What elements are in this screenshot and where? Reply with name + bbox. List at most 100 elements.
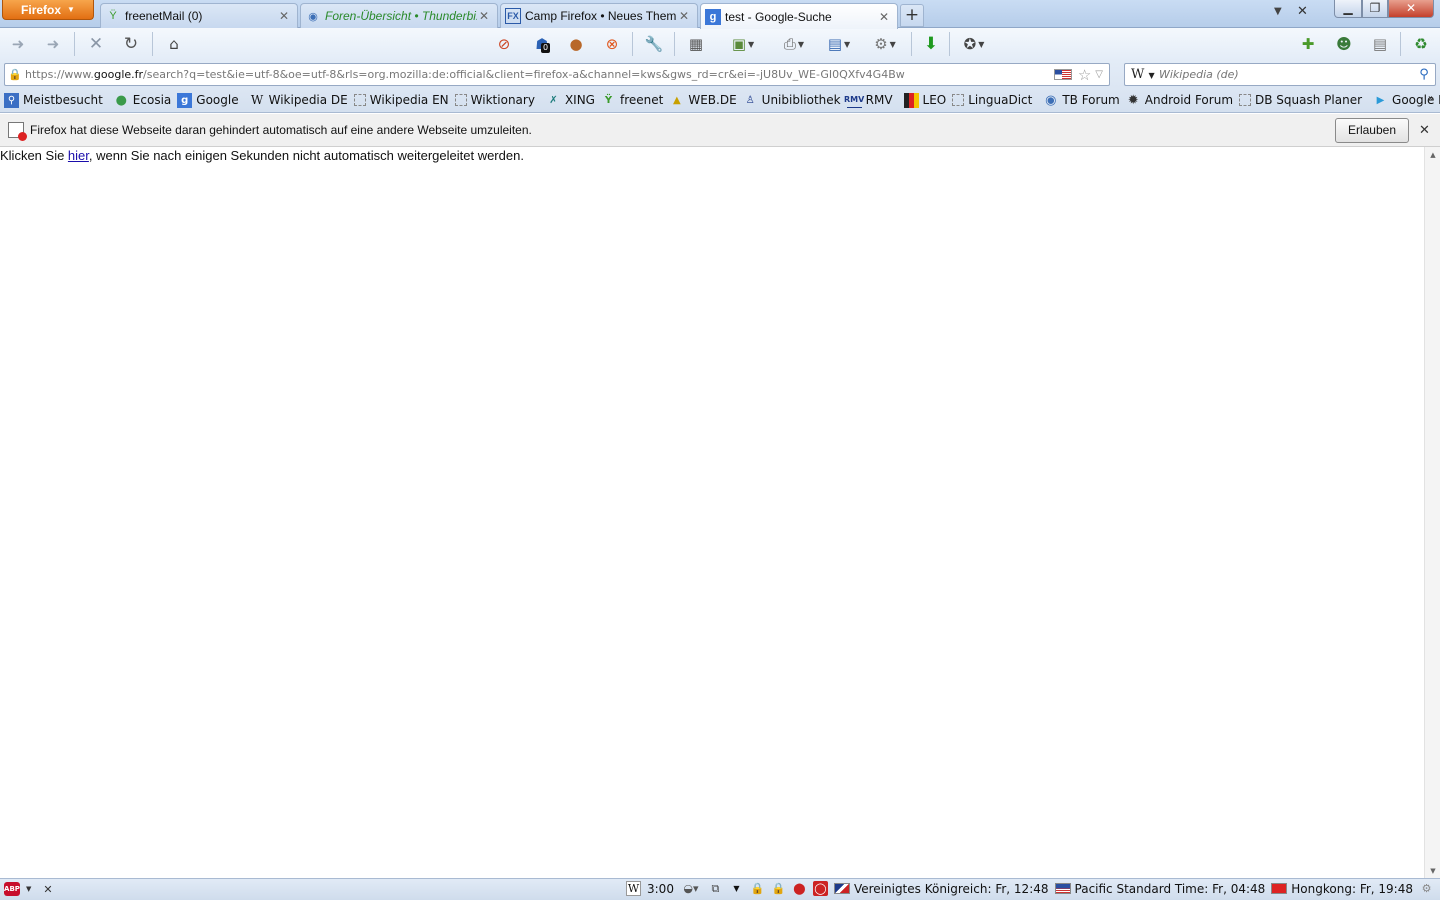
window-restore-button[interactable]: ❐ (1362, 0, 1388, 18)
settings-gear-icon[interactable]: ⚙ (1419, 881, 1434, 896)
bookmarks-menu-button[interactable]: ✪ ▼ (958, 34, 990, 54)
bookmark-leo[interactable]: LEO (903, 92, 946, 108)
search-icon[interactable]: ⚲ (1413, 67, 1435, 82)
bookmark-freenet[interactable]: Ÿfreenet (601, 93, 663, 108)
google-icon: g (705, 8, 721, 25)
forward-button[interactable]: ➜ (42, 34, 64, 54)
sync-button[interactable]: ☻ (1333, 34, 1355, 54)
bookmark-star-icon[interactable]: ☆ (1078, 66, 1091, 84)
lock-red-icon[interactable]: 🔒 (750, 881, 765, 896)
arrow-left-icon: ➜ (11, 35, 25, 53)
vertical-scrollbar[interactable]: ▲ ▼ (1424, 147, 1440, 878)
bookmark-ecosia[interactable]: ● Ecosia (114, 93, 172, 108)
history-dropdown-icon[interactable]: ▽ (1095, 69, 1103, 80)
back-button[interactable]: ➜ (7, 34, 29, 54)
blank-page-icon (353, 94, 366, 106)
window-close-button[interactable]: ✕ (1388, 0, 1434, 18)
preview-icon: ⎙ (783, 35, 796, 53)
address-text[interactable]: https://www.google.fr/search?q=test&ie=u… (25, 68, 1054, 81)
reload-button[interactable]: ↻ (120, 34, 142, 54)
search-bar: W ▼ ⚲ (1124, 63, 1436, 86)
stop-button[interactable]: ✕ (85, 34, 107, 54)
tortoise-icon[interactable]: ◒▾ (680, 881, 702, 896)
downloads-button[interactable]: ⬇ (920, 34, 942, 54)
bookmark-wikipedia-en[interactable]: Wikipedia EN (353, 93, 449, 107)
wikipedia-icon: W (1131, 67, 1145, 82)
bookmark-db-squash[interactable]: DB Squash Planer (1239, 93, 1362, 107)
bookmark-unibibliothek[interactable]: ♙ Unibibliothek (743, 93, 841, 108)
bookmark-label: Google (196, 93, 239, 107)
bookmark-android-forum[interactable]: ✹ Android Forum (1126, 93, 1233, 108)
tools-button[interactable]: 🔧 (643, 34, 665, 54)
recycle-button[interactable]: ♻ (1410, 34, 1432, 54)
search-input[interactable] (1159, 68, 1413, 81)
close-icon[interactable]: ✕ (43, 883, 52, 896)
us-flag-icon (1054, 883, 1071, 894)
cookie-button[interactable]: ● (565, 34, 587, 54)
tab-list-icon[interactable]: ▼ (1274, 6, 1282, 17)
close-tab-icon[interactable]: ✕ (477, 9, 491, 23)
settings-button[interactable]: ⚙ ▼ (869, 34, 901, 54)
adblock-icon[interactable]: ABP (4, 882, 20, 896)
redirect-link[interactable]: hier (68, 148, 89, 163)
close-tab-icon[interactable]: ✕ (277, 9, 291, 23)
chevron-down-icon[interactable]: ▼ (729, 881, 744, 896)
xing-icon: ✗ (549, 94, 558, 106)
no-script-button[interactable]: ⊘ (493, 34, 515, 54)
close-icon[interactable]: ✕ (1419, 123, 1430, 138)
addons-button[interactable]: ✚ (1297, 34, 1319, 54)
tab-freenetmail[interactable]: Ÿ freenetMail (0) ✕ (100, 3, 298, 28)
blank-page-icon (454, 94, 467, 106)
print-button[interactable]: ▣ ▼ (721, 34, 765, 54)
us-flag-icon[interactable] (1053, 69, 1072, 80)
bookmark-google[interactable]: g Google (177, 92, 239, 108)
close-tab-icon[interactable]: ✕ (677, 9, 691, 23)
extension-counter-button[interactable]: ☗ 0 (531, 34, 553, 54)
block-button[interactable]: ⊗ (601, 34, 623, 54)
lock-green-icon[interactable]: 🔒 (771, 881, 786, 896)
save-button[interactable]: ▤ ▼ (824, 34, 854, 54)
tab-google-search[interactable]: g test - Google-Suche ✕ (700, 3, 898, 29)
chevron-down-icon: ▼ (1148, 71, 1155, 80)
tab-groups-button[interactable]: ▦ (685, 34, 707, 54)
bookmark-wiktionary[interactable]: Wiktionary (454, 93, 535, 107)
minimize-icon: ▁ (1343, 1, 1353, 15)
page-info-button[interactable]: ▤ (1369, 34, 1391, 54)
close-tab-icon[interactable]: ✕ (877, 10, 891, 24)
bookmark-label: Android Forum (1144, 93, 1234, 107)
window-minimize-button[interactable]: ▁ (1334, 0, 1362, 18)
bookmark-wikipedia-de[interactable]: W Wikipedia DE (250, 93, 348, 108)
home-button[interactable]: ⌂ (163, 34, 185, 54)
tab-thunderbird-forum[interactable]: ◉ Foren-Übersicht • Thunderbi... ✕ (300, 3, 498, 28)
scroll-down-icon[interactable]: ▼ (1425, 867, 1440, 875)
bookmark-meistbesucht[interactable]: ⚲ Meistbesucht (4, 92, 103, 108)
chevron-down-icon[interactable]: ▼ (26, 885, 31, 893)
allow-button[interactable]: Erlauben (1335, 118, 1409, 143)
blocked-script-icon[interactable]: ⬤ (792, 881, 807, 896)
chevron-right-icon[interactable]: » (1428, 93, 1434, 104)
clock-pst: Pacific Standard Time: Fr, 04:48 (1054, 882, 1265, 896)
bookmark-webde[interactable]: ▲ WEB.DE (669, 93, 737, 108)
lock-icon[interactable]: 🔒 (5, 68, 25, 81)
page-style-icon[interactable]: ⧉ (708, 881, 723, 896)
close-icon[interactable]: ✕ (1297, 4, 1308, 19)
status-right: W 3:00 ◒▾ ⧉ ▼ 🔒 🔒 ⬤ ◯ Vereinigtes Königr… (626, 881, 1434, 896)
wikipedia-icon[interactable]: W (626, 881, 641, 896)
record-icon[interactable]: ◯ (812, 881, 828, 896)
bookmark-rmv[interactable]: RMV RMV (844, 93, 893, 108)
address-bar[interactable]: 🔒 https://www.google.fr/search?q=test&ie… (4, 63, 1110, 86)
bookmark-linguadict[interactable]: LinguaDict (952, 93, 1032, 107)
bookmark-label: freenet (619, 93, 664, 107)
redirect-message: Klicken Sie hier, wenn Sie nach einigen … (0, 147, 1424, 163)
print-preview-button[interactable]: ⎙ ▼ (779, 34, 809, 54)
bookmark-label: Meistbesucht (23, 93, 103, 107)
new-tab-button[interactable]: + (900, 4, 924, 27)
thunderbird-forum-icon: ◉ (308, 10, 318, 23)
bookmark-tb-forum[interactable]: ◉ TB Forum (1043, 93, 1120, 108)
search-engine-selector[interactable]: W ▼ (1125, 67, 1159, 82)
bookmark-xing[interactable]: ✗ XING (546, 93, 595, 108)
scroll-up-icon[interactable]: ▲ (1425, 151, 1440, 159)
tab-camp-firefox[interactable]: FX Camp Firefox • Neues Them... ✕ (500, 3, 698, 28)
tab-label: freenetMail (0) (125, 9, 203, 23)
firefox-menu-button[interactable]: Firefox ▼ (2, 0, 94, 20)
